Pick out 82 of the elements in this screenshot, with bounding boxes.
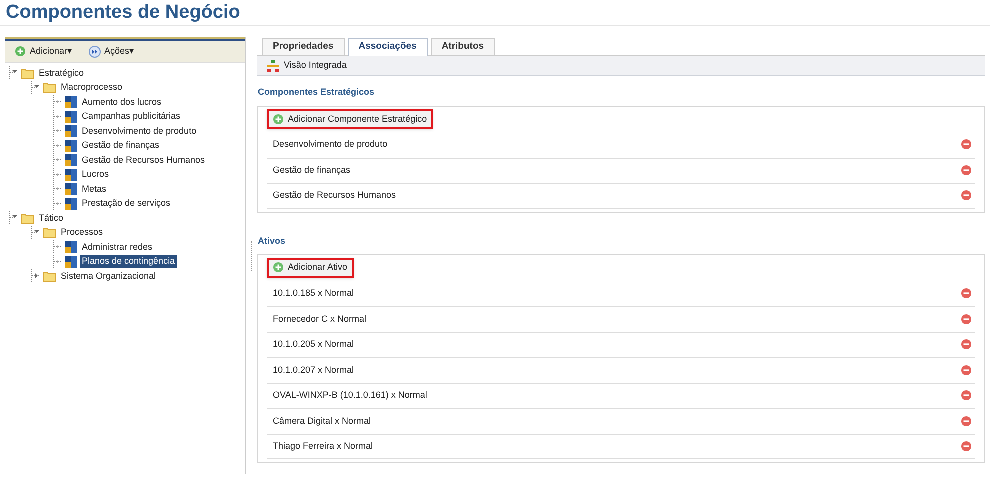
- hierarchy-icon: [267, 60, 279, 72]
- tree-item[interactable]: Sistema Organizacional: [59, 270, 158, 283]
- component-icon: [65, 96, 77, 108]
- item-label: Fornecedor C x Normal: [273, 312, 367, 326]
- item-label: Gestão de Recursos Humanos: [273, 189, 396, 202]
- add-button[interactable]: Adicionar Ativo: [267, 258, 354, 278]
- tree-item[interactable]: Gestão de finanças: [80, 139, 162, 152]
- remove-icon[interactable]: [961, 339, 972, 350]
- folder-icon: [21, 68, 34, 79]
- remove-icon[interactable]: [961, 364, 972, 376]
- tree-item[interactable]: Aumento dos lucros: [80, 96, 164, 109]
- tab[interactable]: Propriedades: [262, 38, 345, 55]
- remove-icon[interactable]: [961, 139, 972, 150]
- component-icon: [65, 140, 77, 152]
- component-icon: [65, 168, 77, 181]
- item-label: Gestão de finanças: [273, 164, 351, 177]
- tree-connector-icon[interactable]: [53, 138, 63, 153]
- folder-icon: [43, 227, 56, 238]
- tab[interactable]: Associações: [348, 38, 428, 56]
- actions-menu-button[interactable]: Ações▾: [88, 44, 135, 58]
- item-label: Thiago Ferreira x Normal: [273, 440, 374, 453]
- component-icon: [65, 256, 77, 268]
- tree-connector-icon[interactable]: [31, 226, 41, 240]
- integrated-view-button[interactable]: Visão Integrada: [267, 58, 347, 72]
- tree-item[interactable]: Processos: [59, 226, 106, 240]
- component-icon: [65, 198, 77, 210]
- remove-icon[interactable]: [961, 165, 972, 176]
- component-icon: [65, 241, 77, 254]
- tree-item[interactable]: Campanhas publicitárias: [80, 110, 183, 124]
- fast-forward-icon: [88, 46, 101, 58]
- folder-icon: [43, 270, 56, 282]
- item-label: 10.1.0.185 x Normal: [273, 286, 354, 300]
- plus-circle-icon: [15, 46, 26, 57]
- tree-item[interactable]: Lucros: [80, 168, 112, 182]
- component-icon: [65, 183, 77, 196]
- tree-item[interactable]: Metas: [80, 182, 109, 196]
- remove-icon[interactable]: [961, 314, 972, 325]
- tree-connector-icon[interactable]: [53, 182, 63, 196]
- tree-item[interactable]: Desenvolvimento de produto: [80, 124, 199, 138]
- item-label: 10.1.0.207 x Normal: [273, 364, 354, 376]
- page-title: Componentes de Negócio: [6, 2, 240, 24]
- section-heading: Componentes Estratégicos: [257, 86, 376, 99]
- tree-connector-icon[interactable]: [31, 80, 41, 95]
- section-heading: Ativos: [257, 234, 287, 248]
- tree-item[interactable]: Macroprocesso: [59, 81, 125, 94]
- tree-connector-icon[interactable]: [53, 110, 63, 124]
- remove-icon[interactable]: [961, 416, 972, 427]
- tree-connector-icon[interactable]: [53, 254, 63, 269]
- tree-connector-icon[interactable]: [53, 153, 63, 168]
- tab[interactable]: Atributos: [430, 38, 496, 55]
- splitter-handle[interactable]: [250, 240, 252, 270]
- add-button[interactable]: Adicionar Componente Estratégico: [267, 109, 434, 130]
- tree-connector-icon[interactable]: [9, 66, 19, 80]
- tree-item[interactable]: Prestação de serviços: [80, 197, 173, 210]
- add-menu-button[interactable]: Adicionar▾: [15, 44, 73, 58]
- tree-connector-icon[interactable]: [53, 196, 63, 211]
- item-label: 10.1.0.205 x Normal: [273, 338, 354, 351]
- folder-icon: [21, 212, 34, 224]
- component-icon: [65, 125, 77, 138]
- plus-circle-icon: [273, 262, 284, 274]
- tree-item[interactable]: Gestão de Recursos Humanos: [80, 154, 208, 167]
- component-icon: [65, 110, 77, 123]
- tree-connector-icon[interactable]: [53, 240, 63, 254]
- tree-connector-icon[interactable]: [53, 124, 63, 138]
- remove-icon[interactable]: [961, 288, 972, 299]
- tree-connector-icon[interactable]: [9, 211, 19, 226]
- tree-connector-icon[interactable]: [31, 269, 41, 284]
- tree-item[interactable]: Planos de contingência: [80, 255, 178, 268]
- plus-circle-icon: [273, 114, 284, 125]
- tree-item[interactable]: Tático: [37, 212, 66, 225]
- remove-icon[interactable]: [961, 440, 972, 452]
- folder-icon: [43, 82, 56, 94]
- component-icon: [65, 154, 77, 166]
- tree-item[interactable]: Estratégico: [37, 66, 86, 80]
- remove-icon[interactable]: [961, 390, 972, 402]
- tree-connector-icon[interactable]: [53, 168, 63, 182]
- item-label: Câmera Digital x Normal: [273, 414, 372, 428]
- remove-icon[interactable]: [961, 190, 972, 202]
- tree-item[interactable]: Administrar redes: [80, 240, 155, 254]
- item-label: Desenvolvimento de produto: [273, 138, 388, 151]
- item-label: OVAL-WINXP-B (10.1.0.161) x Normal: [273, 389, 428, 402]
- tree-connector-icon[interactable]: [53, 95, 63, 110]
